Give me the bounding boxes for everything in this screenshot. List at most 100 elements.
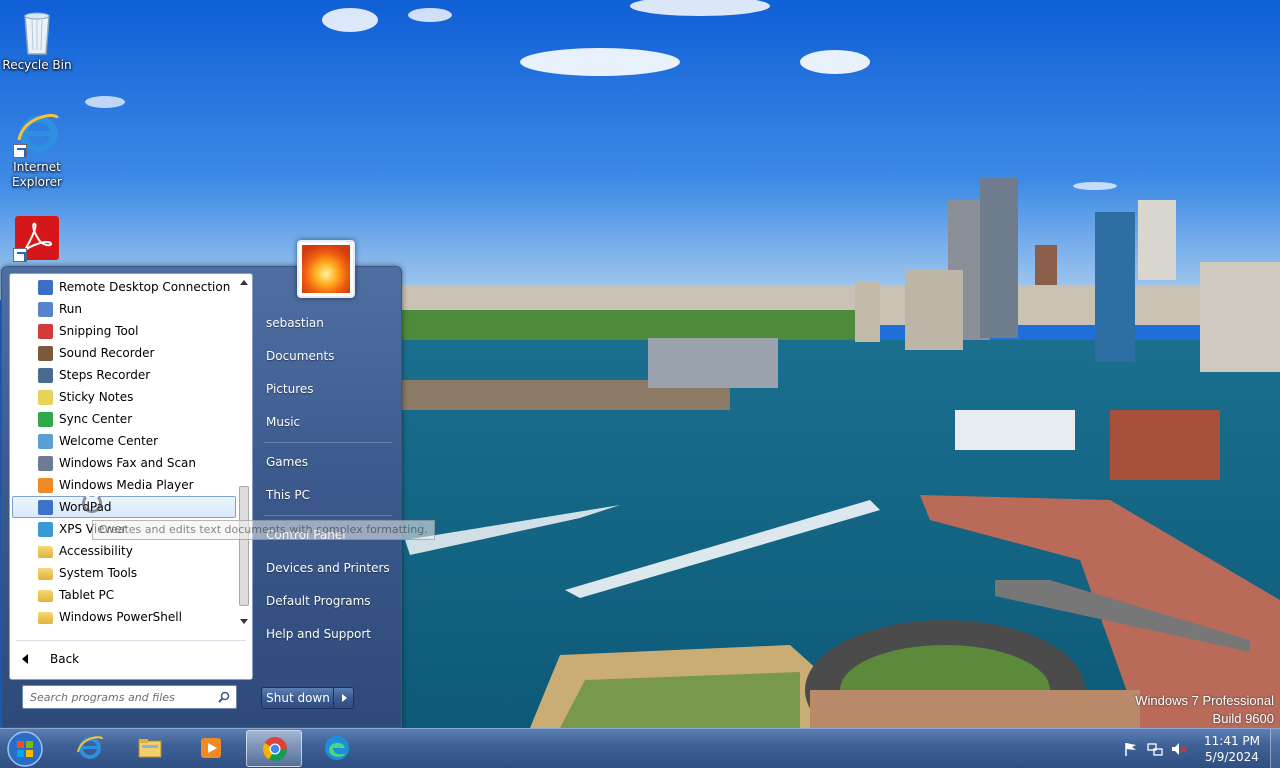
places-item-sebastian[interactable]: sebastian (258, 307, 398, 340)
start-button[interactable] (5, 730, 45, 768)
folder-icon (38, 590, 53, 602)
desktop-icon-adobe-acrobat[interactable] (1, 214, 73, 264)
taskbar-button-internet-explorer[interactable] (61, 730, 117, 767)
recycle-bin-icon (13, 8, 61, 56)
programs-scrollbar[interactable] (237, 276, 251, 628)
scissors-icon (38, 324, 53, 339)
program-label: Run (59, 302, 83, 316)
program-label: Snipping Tool (59, 324, 139, 338)
places-item-documents[interactable]: Documents (258, 340, 398, 373)
folder-icon (38, 568, 53, 580)
desktop-icon-label: Recycle Bin (2, 58, 72, 72)
program-label: Sticky Notes (59, 390, 134, 404)
places-separator (264, 515, 392, 516)
program-item-steps-recorder[interactable]: Steps Recorder (10, 364, 238, 386)
program-item-welcome-center[interactable]: Welcome Center (10, 430, 238, 452)
taskbar-button-file-explorer[interactable] (122, 730, 178, 767)
taskbar: 11:41 PM 5/9/2024 (0, 728, 1280, 768)
program-item-windows-fax-and-scan[interactable]: Windows Fax and Scan (10, 452, 238, 474)
flower-avatar-icon (302, 245, 350, 293)
scroll-up-arrow-icon[interactable] (240, 280, 248, 285)
volume-muted-icon[interactable] (1171, 741, 1187, 757)
program-item-system-tools[interactable]: System Tools (10, 562, 238, 584)
program-item-accessibility[interactable]: Accessibility (10, 540, 238, 562)
start-search-box[interactable] (22, 685, 237, 709)
places-item-help-and-support[interactable]: Help and Support (258, 618, 398, 651)
back-arrow-icon (22, 654, 28, 664)
taskbar-button-chrome[interactable] (246, 730, 302, 767)
search-input[interactable] (23, 686, 213, 708)
clock-time: 11:41 PM (1204, 734, 1260, 748)
program-label: System Tools (59, 566, 138, 580)
program-item-windows-powershell[interactable]: Windows PowerShell (10, 606, 238, 628)
show-desktop-button[interactable] (1270, 729, 1280, 768)
shutdown-button[interactable]: Shut down (261, 687, 354, 709)
internet-explorer-icon (75, 734, 103, 762)
program-item-sticky-notes[interactable]: Sticky Notes (10, 386, 238, 408)
program-item-tablet-pc[interactable]: Tablet PC (10, 584, 238, 606)
microphone-icon (38, 346, 53, 361)
network-icon[interactable] (1147, 741, 1163, 757)
media-player-icon (197, 734, 225, 762)
edge-icon (323, 734, 351, 762)
all-programs-list: Remote Desktop Connection Run Snipping Too… (10, 276, 238, 636)
back-button[interactable]: Back (10, 646, 250, 672)
taskbar-button-edge[interactable] (309, 730, 365, 767)
chrome-icon (261, 735, 289, 763)
program-item-sync-center[interactable]: Sync Center (10, 408, 238, 430)
sync-center-icon (38, 412, 53, 427)
program-description-tooltip: Creates and edits text documents with co… (92, 520, 435, 540)
program-item-wordpad[interactable]: WordPad (12, 496, 236, 518)
folder-icon (38, 546, 53, 558)
places-item-music[interactable]: Music (258, 406, 398, 439)
program-label: Windows Fax and Scan (59, 456, 197, 470)
program-label: Windows PowerShell (59, 610, 182, 624)
internet-explorer-icon (13, 110, 61, 158)
scrollbar-thumb[interactable] (239, 486, 249, 606)
program-label: Accessibility (59, 544, 133, 558)
notification-area: 11:41 PM 5/9/2024 (1120, 729, 1280, 768)
shutdown-options-arrow-icon[interactable] (333, 688, 353, 708)
start-menu: Remote Desktop Connection Run Snipping Too… (1, 266, 402, 728)
adobe-acrobat-icon (13, 214, 61, 262)
shutdown-label: Shut down (266, 691, 330, 705)
xps-viewer-icon (38, 522, 53, 537)
sticky-notes-icon (38, 390, 53, 405)
places-item-games[interactable]: Games (258, 446, 398, 479)
program-label: Sync Center (59, 412, 133, 426)
program-item-remote-desktop-connection[interactable]: Remote Desktop Connection (10, 276, 238, 298)
wordpad-icon (38, 500, 53, 515)
user-account-picture[interactable] (297, 240, 355, 298)
places-item-pictures[interactable]: Pictures (258, 373, 398, 406)
program-item-sound-recorder[interactable]: Sound Recorder (10, 342, 238, 364)
start-menu-places-pane: sebastian Documents Pictures Music Games This… (258, 307, 398, 651)
program-item-snipping-tool[interactable]: Snipping Tool (10, 320, 238, 342)
scroll-down-arrow-icon[interactable] (240, 619, 248, 624)
program-label: Tablet PC (59, 588, 115, 602)
program-label: Sound Recorder (59, 346, 155, 360)
program-item-run[interactable]: Run (10, 298, 238, 320)
action-center-flag-icon[interactable] (1123, 741, 1139, 757)
clock-date: 5/9/2024 (1205, 750, 1259, 764)
taskbar-clock[interactable]: 11:41 PM 5/9/2024 (1196, 733, 1268, 765)
places-separator (264, 442, 392, 443)
places-item-devices-and-printers[interactable]: Devices and Printers (258, 552, 398, 585)
desktop-icon-label: Internet Explorer (12, 160, 62, 189)
program-label: Steps Recorder (59, 368, 151, 382)
steps-recorder-icon (38, 368, 53, 383)
taskbar-button-media-player[interactable] (183, 730, 239, 767)
file-explorer-icon (136, 734, 164, 762)
watermark-build: Build 9600 (1212, 711, 1274, 726)
program-item-windows-media-player[interactable]: Windows Media Player (10, 474, 238, 496)
windows-orb-icon (7, 731, 43, 767)
back-label: Back (50, 652, 80, 666)
welcome-center-icon (38, 434, 53, 449)
places-item-this-pc[interactable]: This PC (258, 479, 398, 512)
search-icon[interactable] (218, 691, 230, 703)
program-label: Windows Media Player (59, 478, 194, 492)
desktop-icon-recycle-bin[interactable]: Recycle Bin (1, 8, 73, 73)
desktop-icon-internet-explorer[interactable]: Internet Explorer (1, 110, 73, 190)
program-label: Welcome Center (59, 434, 159, 448)
places-item-default-programs[interactable]: Default Programs (258, 585, 398, 618)
windows-watermark: Windows 7 Professional Build 9600 (1135, 692, 1274, 728)
